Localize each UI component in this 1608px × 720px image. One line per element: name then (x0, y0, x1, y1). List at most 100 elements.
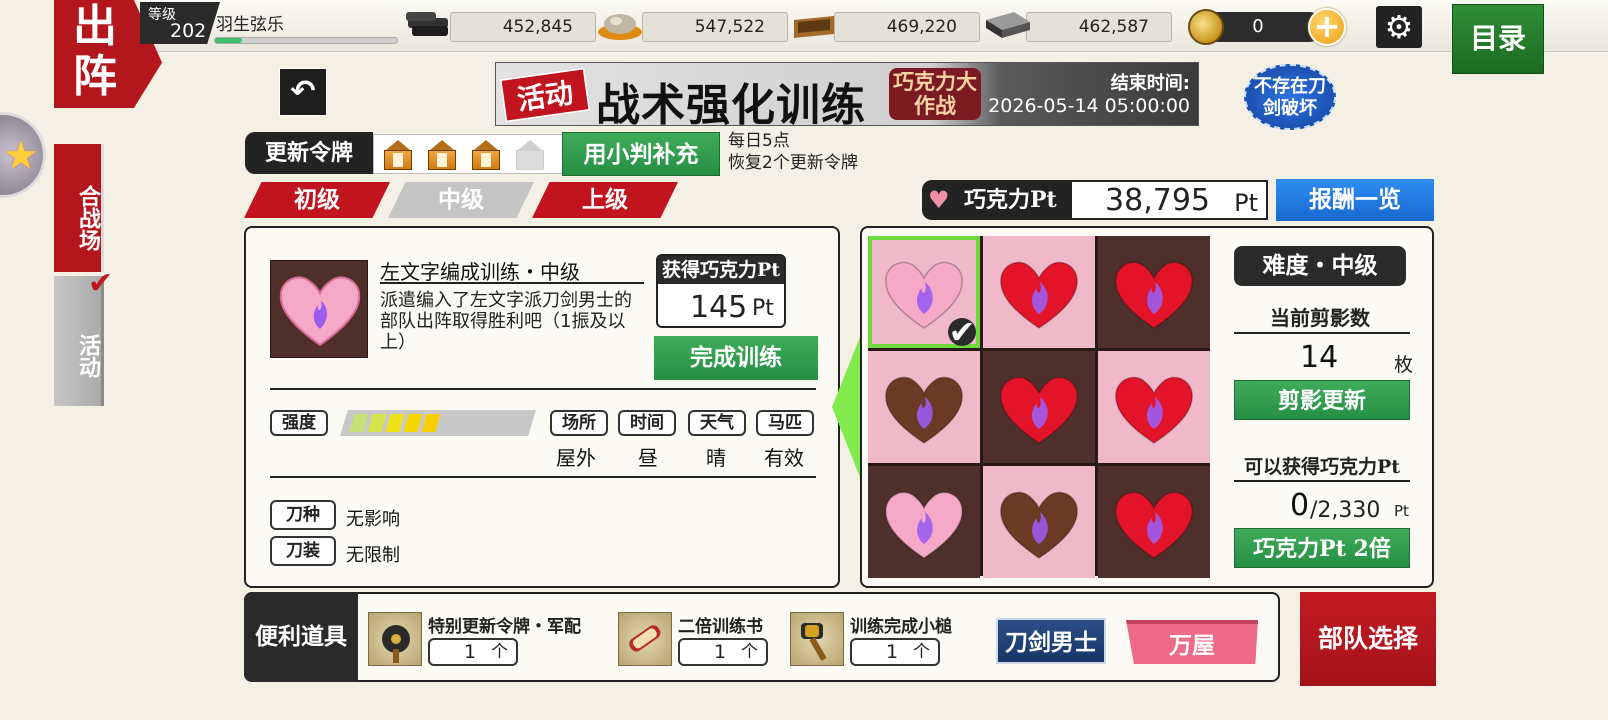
heart-icon (1112, 252, 1196, 332)
mission-title: 左文字编成训练・中级 (380, 260, 580, 284)
return-arrow-icon: ↶ (290, 74, 316, 109)
item-count: 1 个 (428, 638, 518, 666)
sortie-title: 出阵 (73, 1, 117, 102)
war-fan-token-icon[interactable] (368, 612, 422, 666)
whetstone-icon (984, 8, 1032, 42)
strength-segment (385, 414, 405, 432)
equipment-label: 刀装 (270, 536, 336, 566)
yorozuya-button[interactable]: 万屋 (1126, 620, 1258, 664)
refill-note-line1: 每日5点 (728, 131, 790, 151)
silhouette-count-unit: 枚 (1394, 354, 1414, 376)
difficulty-indicator: 难度・中级 (1234, 246, 1406, 286)
silhouette-cell[interactable] (1098, 466, 1210, 578)
condition-horse-label: 马匹 (756, 410, 814, 436)
item-count: 1 个 (678, 638, 768, 666)
level-value: 202 (170, 20, 207, 42)
heart-icon (1112, 482, 1196, 562)
reward-list-button[interactable]: 报酬一览 (1276, 179, 1434, 221)
heart-icon (997, 482, 1081, 562)
heart-icon (997, 252, 1081, 332)
obtainable-pt-value: 0 (1290, 488, 1310, 523)
tab-difficulty-advanced[interactable]: 上级 (532, 182, 678, 218)
choco-pt-box: 38,795 Pt (1072, 180, 1268, 220)
scroll-icon[interactable] (618, 612, 672, 666)
condition-weather-label: 天气 (688, 410, 746, 436)
banner-end-time: 2026-05-14 05:00:00 (988, 95, 1190, 117)
item-name: 特别更新令牌・军配 (428, 617, 581, 637)
heart-icon: ♥ (928, 186, 950, 214)
mission-heart-icon (270, 260, 368, 358)
item-count-unit: 个 (741, 642, 758, 662)
gain-pt-label: 获得巧克力Pt (658, 256, 784, 284)
silhouette-cell[interactable] (983, 351, 1095, 463)
koban-coin-icon (1188, 9, 1224, 45)
refill-note-line2: 恢复2个更新令牌 (728, 153, 858, 173)
gear-icon: ⚙ (1384, 8, 1414, 46)
cooling-material-icon (790, 8, 838, 42)
mallet-icon[interactable] (790, 612, 844, 666)
item-name: 二倍训练书 (678, 617, 763, 637)
plus-icon: + (1313, 7, 1341, 45)
tab-difficulty-intermediate[interactable]: 中级 (388, 182, 534, 218)
item-count-value: 1 (886, 641, 899, 663)
resource-whetstone-value: 462,587 (1078, 17, 1149, 37)
resource-tamahagane-value: 547,522 (694, 17, 765, 37)
koban-value: 0 (1252, 16, 1264, 37)
player-name: 羽生弦乐 (216, 15, 284, 35)
squad-select-button[interactable]: 部队选择 (1300, 592, 1436, 686)
silhouette-cell[interactable] (1098, 236, 1210, 348)
item-count-value: 1 (714, 641, 727, 663)
item-name: 训练完成小槌 (850, 617, 952, 637)
refill-with-koban-button[interactable]: 用小判补充 (562, 132, 720, 176)
silhouette-cell[interactable] (983, 236, 1095, 348)
touken-danshi-button[interactable]: 刀剑男士 (996, 618, 1106, 664)
event-banner: 活动 战术强化训练 巧克力大作战 结束时间: 2026-05-14 05:00:… (495, 62, 1199, 126)
gain-pt-unit: Pt (752, 296, 774, 321)
settings-button[interactable]: ⚙ (1376, 6, 1422, 48)
item-count: 1 个 (850, 638, 940, 666)
back-button[interactable]: ↶ (279, 68, 327, 116)
refresh-silhouette-button[interactable]: 剪影更新 (1234, 380, 1410, 420)
heart-icon (1112, 367, 1196, 447)
side-orb-button[interactable]: ★ (0, 112, 46, 198)
obtainable-pt-unit: Pt (1394, 502, 1409, 520)
divider (270, 476, 816, 478)
item-count-value: 1 (464, 641, 477, 663)
condition-weather-value: 晴 (706, 446, 726, 470)
no-break-badge: 不存在刀剑破坏 (1244, 64, 1336, 130)
token-icon (424, 140, 460, 170)
refill-note: 每日5点 恢复2个更新令牌 (728, 130, 858, 174)
silhouette-cell[interactable] (868, 351, 980, 463)
sword-type-label: 刀种 (270, 500, 336, 530)
mission-description: 派遣编入了左文字派刀剑男士的部队出阵取得胜利吧（1振及以上） (380, 290, 632, 353)
checkmark-icon: ✔ (88, 266, 114, 301)
obtainable-pt-label: 可以获得巧克力Pt (1243, 456, 1401, 478)
star-icon: ★ (3, 133, 39, 179)
choco-pt-unit: Pt (1234, 189, 1258, 217)
silhouette-cell[interactable] (1098, 351, 1210, 463)
silhouette-cell[interactable] (868, 466, 980, 578)
tab-battle-arena[interactable]: 合战场 (54, 144, 104, 272)
menu-button[interactable]: 目录 (1452, 4, 1544, 74)
token-icon (468, 140, 504, 170)
silhouette-cell[interactable]: ✔ (868, 236, 980, 348)
items-label: 便利道具 (244, 592, 358, 682)
obtainable-pt-max: /2,330 (1310, 498, 1381, 523)
item-count-unit: 个 (913, 642, 930, 662)
sword-type-value: 无影响 (346, 509, 400, 530)
silhouette-count-label: 当前剪影数 (1270, 306, 1370, 330)
condition-time-value: 昼 (638, 446, 658, 470)
strength-segment (421, 414, 441, 432)
token-label: 更新令牌 (245, 132, 373, 174)
add-koban-button[interactable]: + (1308, 8, 1346, 46)
silhouette-cell[interactable] (983, 466, 1095, 578)
double-pt-button[interactable]: 巧克力Pt 2倍 (1234, 528, 1410, 568)
complete-training-button[interactable]: 完成训练 (654, 336, 818, 380)
strength-segment (403, 414, 423, 432)
tab-difficulty-beginner[interactable]: 初级 (244, 182, 390, 218)
banner-end-label: 结束时间: (1110, 73, 1190, 94)
token-empty-icon (512, 140, 548, 170)
condition-horse-value: 有效 (764, 446, 804, 470)
resource-cooling-material: 469,220 (834, 12, 980, 42)
heart-icon (997, 367, 1081, 447)
